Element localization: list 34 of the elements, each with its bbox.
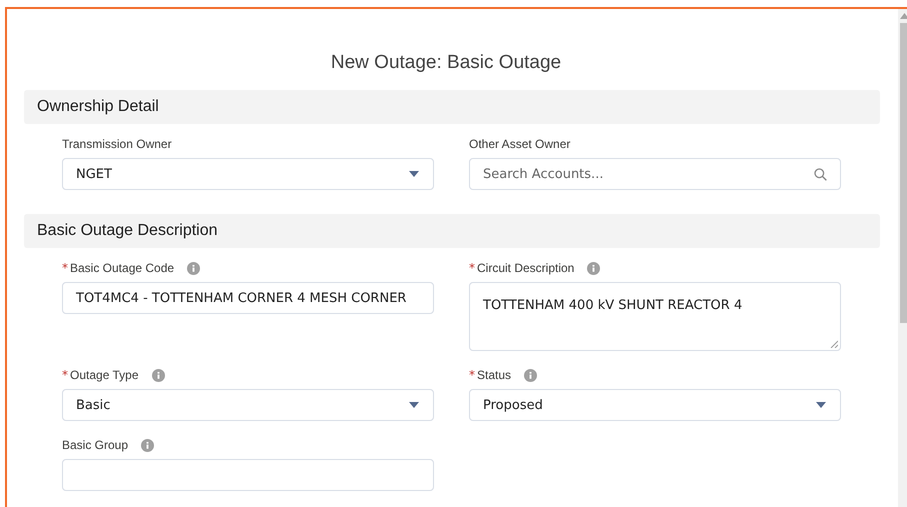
dropdown-field[interactable]: Proposed xyxy=(469,389,841,421)
dropdown-caret-icon xyxy=(409,171,419,177)
info-icon[interactable] xyxy=(587,262,600,274)
dropdown-caret-icon xyxy=(409,402,419,408)
info-icon[interactable] xyxy=(524,368,538,382)
field-label: Status xyxy=(477,368,512,382)
field-label: Outage Type xyxy=(70,368,138,382)
search-icon xyxy=(814,168,827,181)
required-asterisk: * xyxy=(469,368,475,382)
info-icon[interactable] xyxy=(187,262,200,274)
search-field[interactable]: Search Accounts... xyxy=(469,158,841,190)
dropdown-field[interactable]: NGET xyxy=(62,158,434,190)
field-label: Basic Group xyxy=(62,438,128,452)
text-field[interactable] xyxy=(62,459,434,491)
field-label: Circuit Description xyxy=(477,261,574,275)
info-icon[interactable] xyxy=(141,438,154,452)
scroll-up-icon[interactable] xyxy=(900,13,907,19)
field-label: Transmission Owner xyxy=(62,137,172,151)
required-asterisk: * xyxy=(62,261,68,275)
scrollbar[interactable] xyxy=(898,9,907,507)
modal-title: New Outage: Basic Outage xyxy=(330,52,562,74)
required-asterisk: * xyxy=(469,261,475,275)
scroll-thumb[interactable] xyxy=(900,23,907,323)
field-label: Basic Outage Code xyxy=(70,261,174,275)
text-area[interactable]: TOTTENHAM 400 kV SHUNT REACTOR 4 xyxy=(469,282,841,351)
dropdown-field[interactable]: Basic xyxy=(62,389,434,421)
info-icon[interactable] xyxy=(152,368,164,382)
required-asterisk: * xyxy=(62,368,68,382)
text-field[interactable]: TOT4MC4 - TOTTENHAM CORNER 4 MESH CORNER xyxy=(62,282,434,314)
field-label: Other Asset Owner xyxy=(469,137,570,151)
resize-grip-icon[interactable] xyxy=(830,340,838,348)
dropdown-caret-icon xyxy=(816,402,826,408)
section-header[interactable]: Basic Outage Description xyxy=(24,214,880,248)
section-header[interactable]: Ownership Detail xyxy=(24,90,880,124)
